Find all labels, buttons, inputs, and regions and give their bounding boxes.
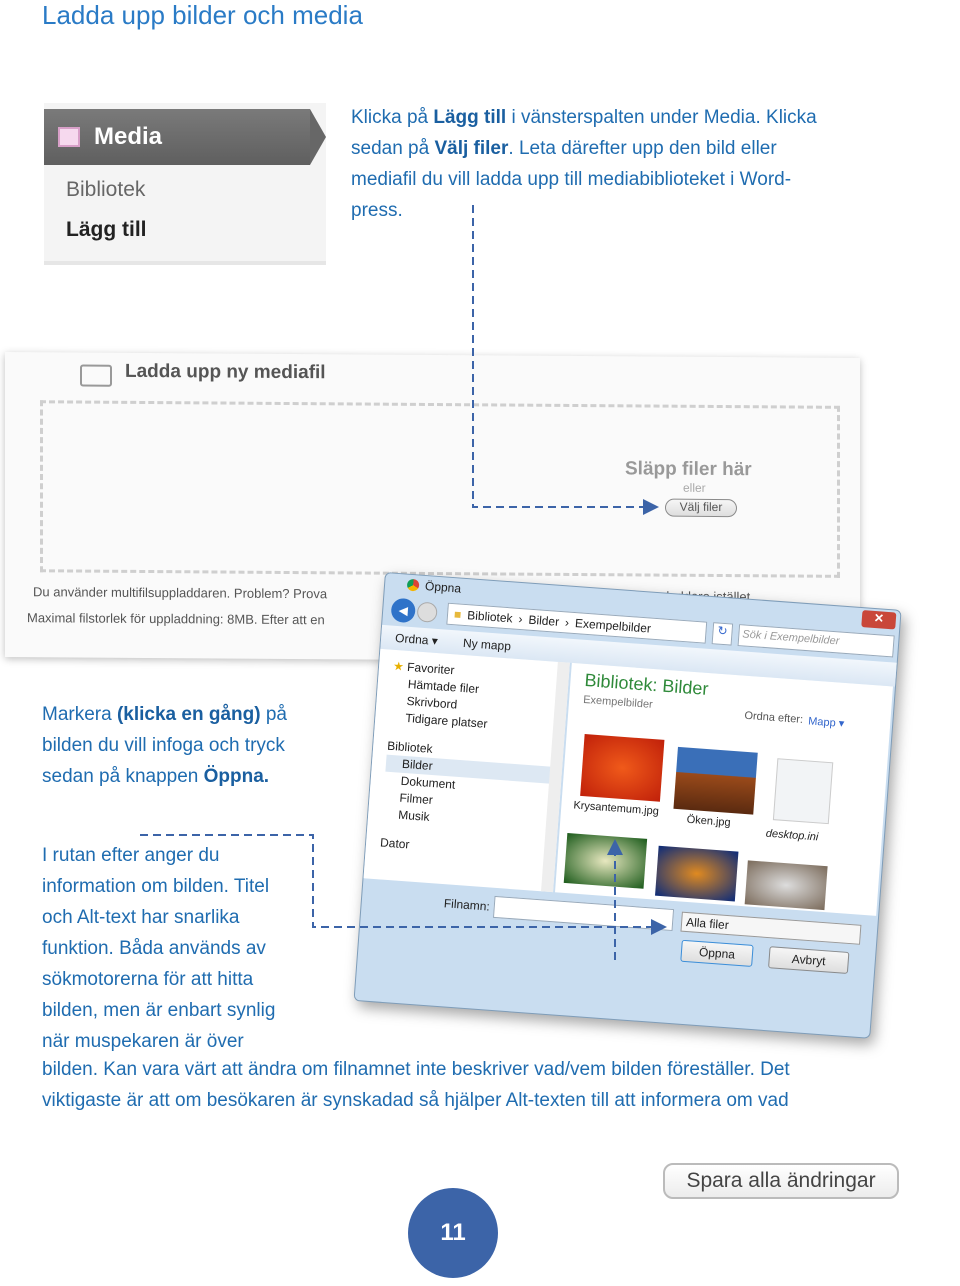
save-all-changes-button[interactable]: Spara alla ändringar: [663, 1163, 899, 1199]
page-number-badge: 11: [408, 1188, 498, 1278]
connector-lines: [140, 205, 667, 960]
connector-filnamn: [140, 834, 667, 935]
connector-valj-filer: [472, 205, 659, 515]
